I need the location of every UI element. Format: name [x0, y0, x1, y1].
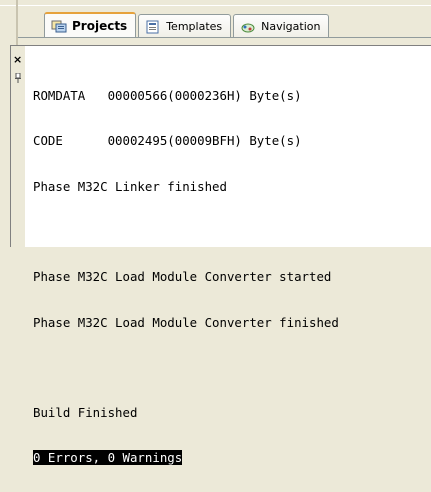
selected-text: 0 Errors, 0 Warnings — [33, 450, 183, 466]
output-line: CODE 00002495(00009BFH) Byte(s) — [33, 133, 302, 149]
strip-divider — [0, 5, 431, 6]
tab-templates-label: Templates — [166, 20, 223, 33]
output-line: Phase M32C Load Module Converter finishe… — [33, 314, 339, 330]
tab-navigation[interactable]: Navigation — [233, 14, 330, 38]
tab-navigation-label: Navigation — [261, 20, 321, 33]
tab-templates[interactable]: Templates — [138, 14, 232, 38]
tab-projects-label: Projects — [72, 19, 128, 33]
output-line: Phase M32C Load Module Converter started — [33, 269, 332, 285]
tab-baseline — [18, 37, 431, 38]
output-line: Build Finished — [33, 405, 138, 421]
navigation-icon — [240, 20, 256, 34]
output-line: ROMDATA 00000566(0000236H) Byte(s) — [33, 88, 302, 104]
tab-bar: Projects Templates Navigation — [44, 12, 331, 38]
tab-projects[interactable]: Projects — [44, 12, 137, 38]
close-icon[interactable]: × — [13, 54, 22, 65]
templates-icon — [145, 20, 161, 34]
output-line: Phase M32C Linker finished — [33, 178, 227, 194]
output-text[interactable]: ROMDATA 00000566(0000236H) Byte(s) CODE … — [33, 58, 339, 492]
pane-gutter: × — [11, 46, 25, 247]
output-line-selected: 0 Errors, 0 Warnings — [33, 450, 339, 466]
pin-icon[interactable] — [14, 68, 22, 83]
projects-icon — [51, 19, 67, 33]
output-pane: × ROMDATA 00000566(0000236H) Byte(s) COD… — [10, 45, 431, 466]
